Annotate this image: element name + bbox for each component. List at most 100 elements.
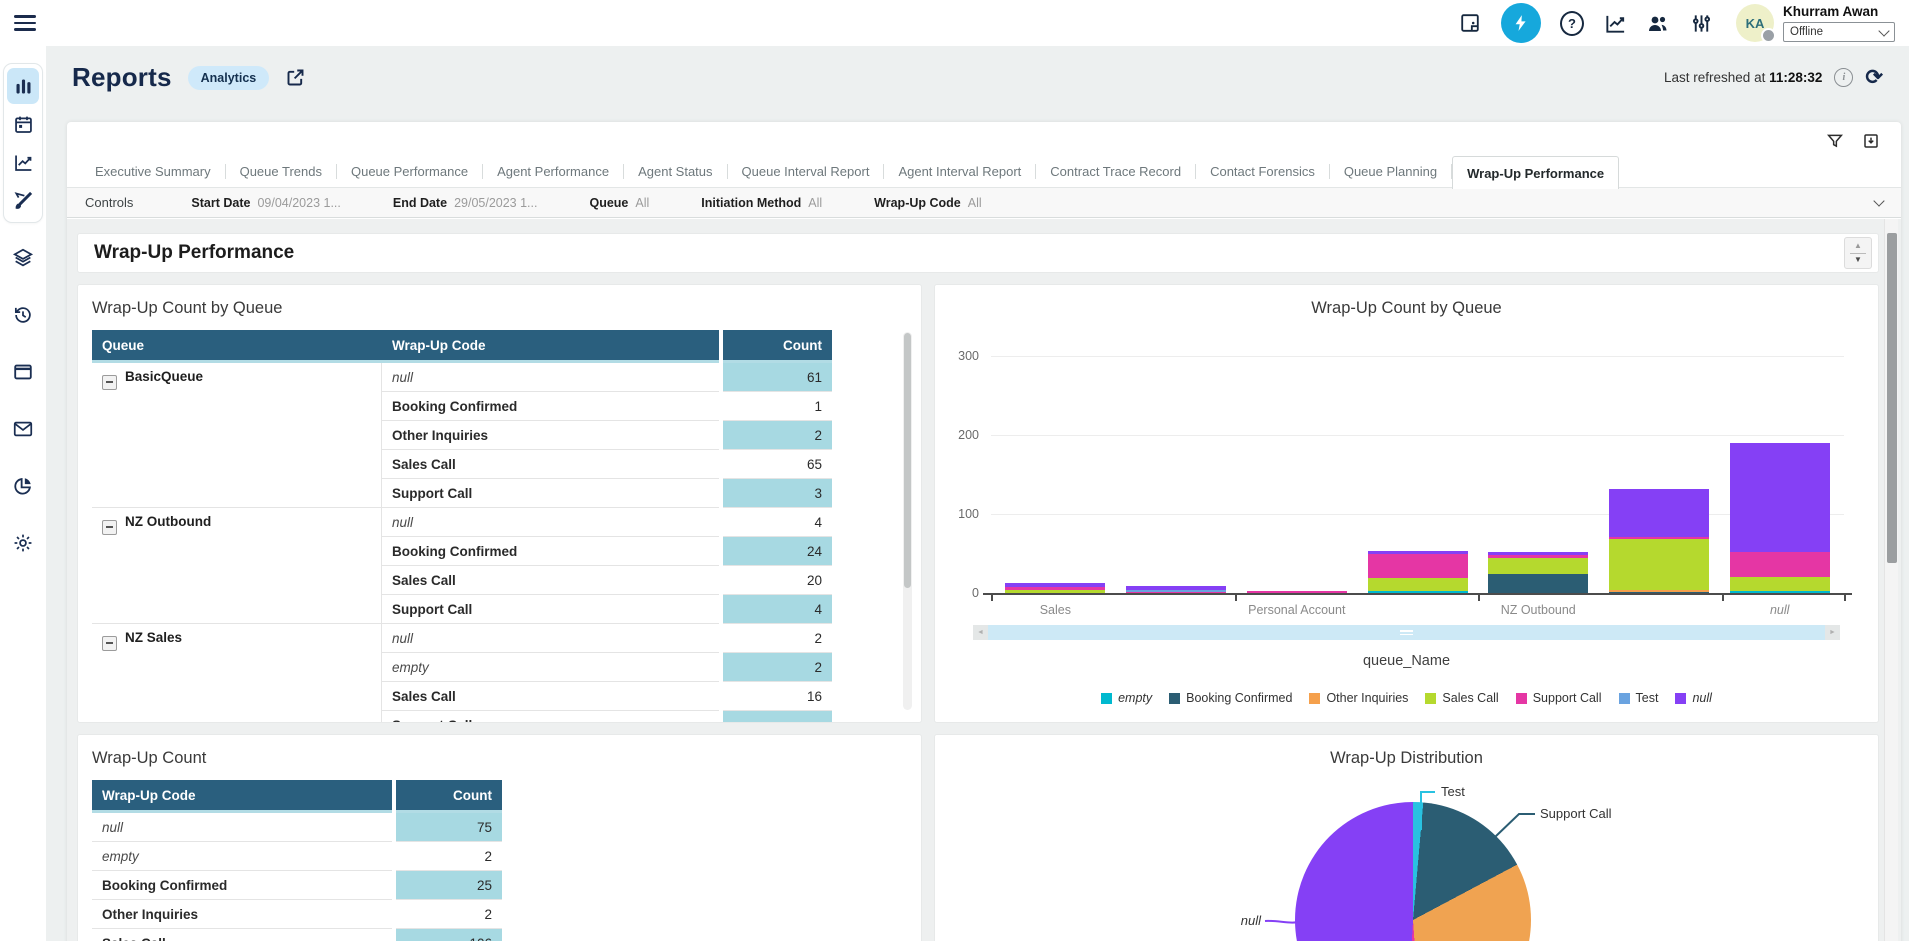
dashboard-scrollbar[interactable] (1884, 219, 1898, 941)
brush-pencil-icon (13, 190, 34, 211)
legend-item-booking-confirmed[interactable]: Booking Confirmed (1169, 691, 1292, 705)
stacked-bar-Sales[interactable] (1005, 583, 1105, 593)
collapse-minus-icon[interactable] (102, 520, 117, 535)
zoom-right-arrow-icon[interactable]: ► (1825, 625, 1840, 640)
sidebar-item-design[interactable] (7, 182, 39, 218)
legend-item-support-call[interactable]: Support Call (1516, 691, 1602, 705)
filter-label: Initiation Method (701, 196, 801, 210)
info-icon[interactable]: i (1834, 68, 1853, 87)
dashboard-heading-bar: Wrap-Up Performance ▲ ▼ (77, 233, 1879, 273)
legend-swatch (1309, 693, 1320, 704)
legend-item-test[interactable]: Test (1619, 691, 1659, 705)
panel-wrapup-count-by-queue-chart: Wrap-Up Count by Queue 0100200300 SalesP… (934, 284, 1879, 723)
settings-sliders-icon[interactable] (1689, 11, 1713, 35)
stacked-bar-unlabeled[interactable] (1126, 586, 1226, 593)
table-row: BasicQueuenull61 (92, 363, 832, 392)
download-icon[interactable] (1861, 131, 1881, 151)
pie-chart[interactable] (1295, 802, 1531, 941)
bar-chart-icon (13, 76, 34, 97)
sidebar-item-modules[interactable] (7, 246, 39, 270)
tab-queue-interval-report[interactable]: Queue Interval Report (728, 156, 884, 187)
pie-chart-icon (12, 475, 34, 497)
zoom-drag-handle[interactable] (1400, 630, 1413, 635)
page-header: Reports Analytics Last refreshed at 11:2… (46, 46, 1909, 93)
table-scrollbar[interactable] (903, 332, 912, 710)
gear-icon (12, 532, 34, 554)
sidebar-item-email[interactable] (7, 417, 39, 441)
sidebar-item-pages[interactable] (7, 360, 39, 384)
realtime-bolt-icon[interactable] (1501, 3, 1541, 43)
controls-bar: Controls Start Date09/04/2023 1...End Da… (67, 187, 1901, 218)
collapse-minus-icon[interactable] (102, 375, 117, 390)
count-cell: 25 (396, 871, 502, 900)
table-row: null75 (92, 813, 502, 842)
stacked-bar-null[interactable] (1730, 443, 1830, 593)
tab-queue-performance[interactable]: Queue Performance (337, 156, 482, 187)
count-cell: 4 (723, 508, 832, 537)
layers-icon (12, 247, 34, 269)
filter-value: All (808, 196, 822, 210)
sidebar-secondary (7, 245, 39, 556)
filter-icon[interactable] (1825, 131, 1845, 151)
refresh-icon[interactable]: ⟳ (1865, 67, 1883, 88)
tab-agent-interval-report[interactable]: Agent Interval Report (884, 156, 1035, 187)
avatar[interactable]: KA (1736, 4, 1774, 42)
sidebar-item-analytics[interactable] (7, 474, 39, 498)
column-header-wrapup-code[interactable]: Wrap-Up Code (382, 330, 719, 363)
task-note-icon[interactable] (1458, 11, 1482, 35)
tab-queue-planning[interactable]: Queue Planning (1330, 156, 1451, 187)
data-zoom-slider[interactable]: ◄ ► (973, 625, 1840, 640)
sidebar-item-reports[interactable] (7, 68, 39, 104)
sheet-spinner[interactable]: ▲ ▼ (1844, 237, 1872, 269)
tab-contract-trace-record[interactable]: Contract Trace Record (1036, 156, 1195, 187)
tab-queue-trends[interactable]: Queue Trends (226, 156, 336, 187)
x-axis-tick (1722, 595, 1724, 601)
control-filter-start-date[interactable]: Start Date09/04/2023 1... (191, 196, 340, 210)
hamburger-menu-icon[interactable] (14, 11, 36, 36)
legend-item-sales-call[interactable]: Sales Call (1425, 691, 1498, 705)
spinner-down-icon[interactable]: ▼ (1854, 256, 1862, 264)
legend-item-empty[interactable]: empty (1101, 691, 1152, 705)
tab-contact-forensics[interactable]: Contact Forensics (1196, 156, 1329, 187)
external-link-icon[interactable] (285, 67, 306, 88)
sidebar-item-calendar[interactable] (7, 106, 39, 142)
control-filter-initiation-method[interactable]: Initiation Method All (701, 196, 822, 210)
zoom-left-arrow-icon[interactable]: ◄ (973, 625, 988, 640)
metrics-chart-icon[interactable] (1603, 11, 1627, 35)
help-icon[interactable]: ? (1560, 11, 1584, 35)
tab-agent-status[interactable]: Agent Status (624, 156, 726, 187)
sidebar-item-history[interactable] (7, 303, 39, 327)
bar-chart-plot: 0100200300 (991, 356, 1844, 593)
control-filter-end-date[interactable]: End Date29/05/2023 1... (393, 196, 538, 210)
count-cell: 2 (723, 421, 832, 450)
wrapup-count-table: Wrap-Up Code Count null75empty2Booking C… (92, 780, 502, 941)
tab-executive-summary[interactable]: Executive Summary (81, 156, 225, 187)
legend-item-other-inquiries[interactable]: Other Inquiries (1309, 691, 1408, 705)
column-header-count[interactable]: Count (396, 780, 502, 813)
wrapup-code-cell: Sales Call (382, 450, 719, 479)
sidebar-item-metrics[interactable] (7, 144, 39, 180)
chart-title: Wrap-Up Count by Queue (935, 285, 1878, 318)
status-select[interactable]: Offline (1783, 22, 1895, 42)
column-header-queue[interactable]: Queue (92, 330, 382, 363)
tab-agent-performance[interactable]: Agent Performance (483, 156, 623, 187)
tab-wrap-up-performance[interactable]: Wrap-Up Performance (1452, 156, 1619, 189)
bar-segment-sales-call (1488, 558, 1588, 574)
users-icon[interactable] (1646, 11, 1670, 35)
mail-icon (12, 418, 34, 440)
stacked-bar-unlabeled[interactable] (1609, 489, 1709, 593)
collapse-minus-icon[interactable] (102, 636, 117, 651)
stacked-bar-NZ Outbound[interactable] (1488, 552, 1588, 593)
count-cell: 16 (723, 682, 832, 711)
column-header-count[interactable]: Count (723, 330, 832, 363)
legend-item-null[interactable]: null (1675, 691, 1711, 705)
spinner-up-icon[interactable]: ▲ (1854, 242, 1862, 250)
bar-segment-sales-call (1730, 577, 1830, 591)
control-filter-queue[interactable]: QueueAll (589, 196, 649, 210)
column-header-wrapup-code[interactable]: Wrap-Up Code (92, 780, 392, 813)
panel-title: Wrap-Up Count (78, 735, 921, 768)
stacked-bar-unlabeled[interactable] (1368, 551, 1468, 593)
control-filter-wrap-up-code[interactable]: Wrap-Up CodeAll (874, 196, 981, 210)
controls-expand-chevron-icon[interactable] (1873, 195, 1884, 206)
sidebar-item-settings[interactable] (7, 531, 39, 555)
